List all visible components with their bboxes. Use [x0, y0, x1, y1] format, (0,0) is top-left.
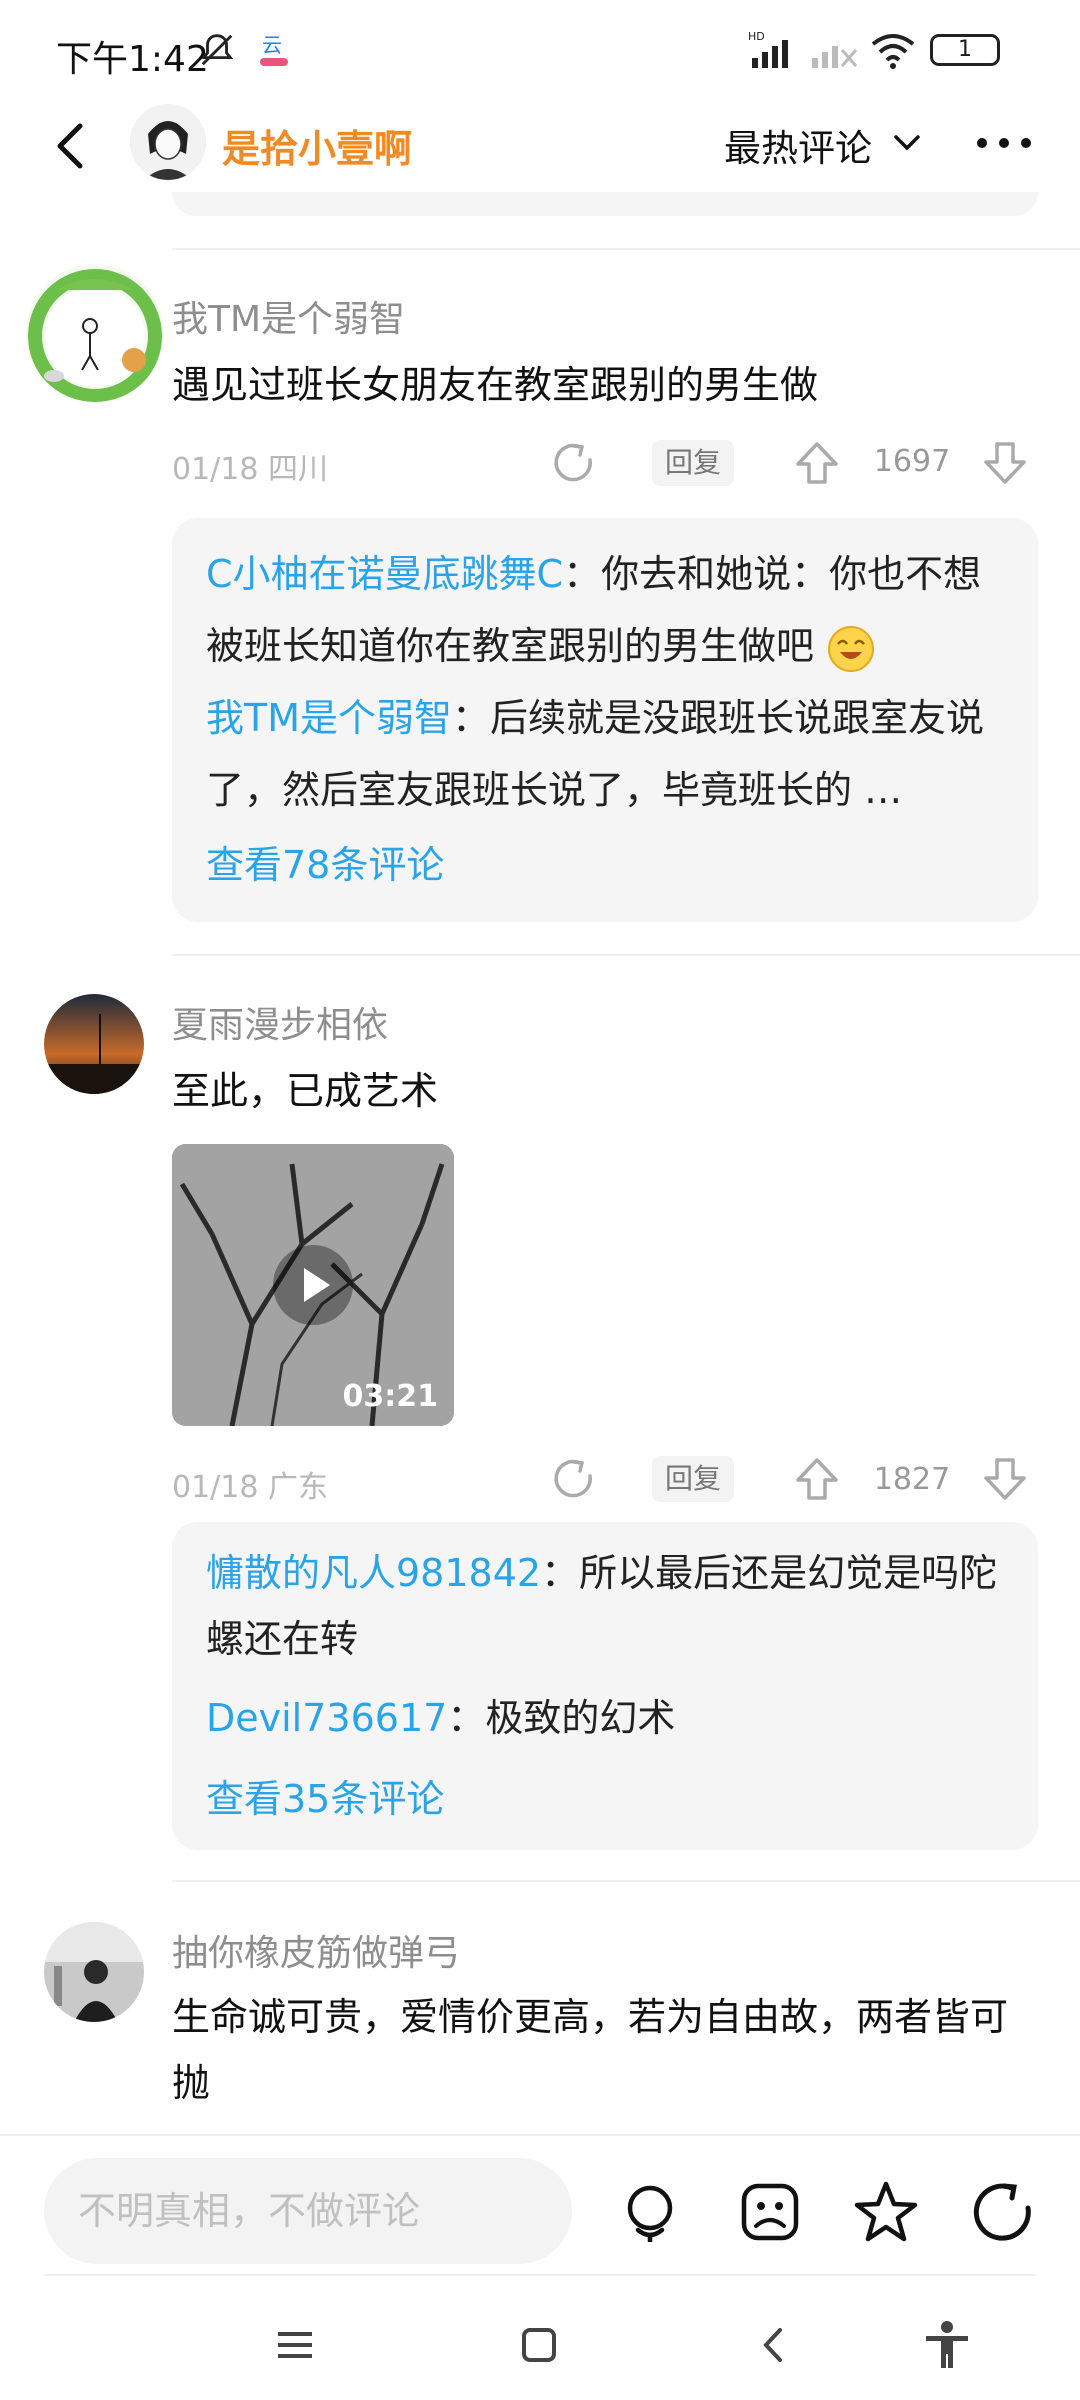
- reply-item[interactable]: 慵散的凡人981842：所以最后还是幻觉是吗陀螺还在转: [206, 1540, 1006, 1672]
- reply-username[interactable]: Devil736617: [206, 1696, 447, 1740]
- hd-signal-icon: HD: [748, 30, 788, 68]
- home-icon[interactable]: [512, 2318, 566, 2372]
- mute-icon: [200, 34, 234, 66]
- comment-username[interactable]: 抽你橡皮筋做弹弓: [172, 1924, 460, 1976]
- image-icon[interactable]: [734, 2176, 806, 2248]
- share-icon[interactable]: [966, 2176, 1038, 2248]
- chevron-down-icon[interactable]: [890, 126, 924, 160]
- upvote-icon[interactable]: [794, 440, 840, 486]
- comment-date: 01/18: [172, 1470, 259, 1505]
- previous-reply-box-edge: [172, 192, 1038, 216]
- video-thumbnail[interactable]: 03:21: [172, 1144, 454, 1426]
- comment-text: 至此，已成艺术: [172, 1069, 439, 1113]
- wifi-icon: [871, 34, 915, 69]
- comment-location: 四川: [268, 452, 329, 487]
- downvote-icon[interactable]: [982, 440, 1028, 486]
- comment-location: 广东: [268, 1470, 329, 1505]
- play-icon[interactable]: [272, 1244, 354, 1326]
- share-icon[interactable]: [550, 440, 596, 486]
- replies-box: 慵散的凡人981842：所以最后还是幻觉是吗陀螺还在转 Devil736617：…: [172, 1522, 1038, 1850]
- vote-count: 1697: [873, 444, 951, 479]
- laughing-emoji-icon: [828, 625, 875, 672]
- no-signal-icon: [812, 46, 858, 68]
- comment-username[interactable]: 我TM是个弱智: [172, 290, 405, 342]
- reply-item[interactable]: Devil736617：极致的幻术: [206, 1682, 1006, 1754]
- star-icon[interactable]: [850, 2176, 922, 2248]
- accessibility-icon[interactable]: [920, 2318, 974, 2372]
- sort-dropdown[interactable]: 最热评论: [724, 118, 872, 172]
- reply-username[interactable]: 我TM是个弱智: [206, 696, 452, 740]
- video-duration: 03:21: [342, 1379, 439, 1414]
- commenter-avatar[interactable]: [44, 994, 144, 1094]
- voice-icon[interactable]: [614, 2176, 686, 2248]
- poster-name[interactable]: 是拾小壹啊: [222, 118, 412, 173]
- reply-item[interactable]: 我TM是个弱智：后续就是没跟班长说跟室友说了，然后室友跟班长说了，毕竟班长的 …: [206, 682, 1006, 826]
- reply-item[interactable]: C小柚在诺曼底跳舞C：你去和她说：你也不想被班长知道你在教室跟别的男生做吧: [206, 538, 1006, 682]
- divider: [172, 954, 1080, 956]
- commenter-avatar[interactable]: [26, 264, 164, 402]
- chevron-left-icon[interactable]: [40, 114, 104, 178]
- status-bar: 下午1:42 云 HD 1: [0, 0, 1080, 96]
- app-notification-icon: 云: [260, 33, 288, 66]
- status-time: 下午1:42: [56, 39, 209, 80]
- header: 是拾小壹啊 最热评论: [0, 96, 1080, 200]
- svg-text:云: 云: [262, 33, 282, 57]
- back-icon[interactable]: [746, 2318, 800, 2372]
- comment-text: 生命诚可贵，爱情价更高，若为自由故，两者皆可抛: [172, 1995, 1009, 2105]
- divider: [172, 248, 1080, 250]
- comment-input[interactable]: [44, 2158, 572, 2264]
- battery-icon: 1: [930, 34, 1000, 66]
- vote-count: 1827: [873, 1462, 951, 1497]
- replies-box: C小柚在诺曼底跳舞C：你去和她说：你也不想被班长知道你在教室跟别的男生做吧 我T…: [172, 518, 1038, 922]
- comment-date-location: 01/18 四川: [172, 444, 328, 488]
- poster-avatar[interactable]: [130, 104, 206, 180]
- divider: [44, 2274, 1036, 2276]
- upvote-icon[interactable]: [794, 1456, 840, 1502]
- comment-input-bar: [0, 2134, 1080, 2280]
- comment-date-location: 01/18 广东: [172, 1462, 328, 1506]
- view-more-replies-link[interactable]: 查看78条评论: [206, 834, 444, 889]
- menu-icon[interactable]: [268, 2318, 322, 2372]
- reply-username[interactable]: 慵散的凡人981842: [206, 1551, 541, 1595]
- reply-username[interactable]: C小柚在诺曼底跳舞C: [206, 552, 563, 596]
- reply-button[interactable]: 回复: [652, 1456, 734, 1502]
- reply-button[interactable]: 回复: [652, 440, 734, 486]
- more-dots-icon[interactable]: [972, 128, 1036, 158]
- comment-username[interactable]: 夏雨漫步相依: [172, 996, 388, 1048]
- comment-text: 遇见过班长女朋友在教室跟别的男生做: [172, 363, 819, 407]
- share-icon[interactable]: [550, 1456, 596, 1502]
- battery-level: 1: [958, 37, 972, 62]
- reply-text: ：极致的幻术: [447, 1696, 676, 1740]
- system-navigation-bar: [0, 2290, 1080, 2400]
- downvote-icon[interactable]: [982, 1456, 1028, 1502]
- view-more-replies-link[interactable]: 查看35条评论: [206, 1768, 444, 1823]
- divider: [172, 1880, 1080, 1882]
- comment-date: 01/18: [172, 452, 259, 487]
- commenter-avatar[interactable]: [44, 1922, 144, 2022]
- svg-text:HD: HD: [748, 30, 765, 43]
